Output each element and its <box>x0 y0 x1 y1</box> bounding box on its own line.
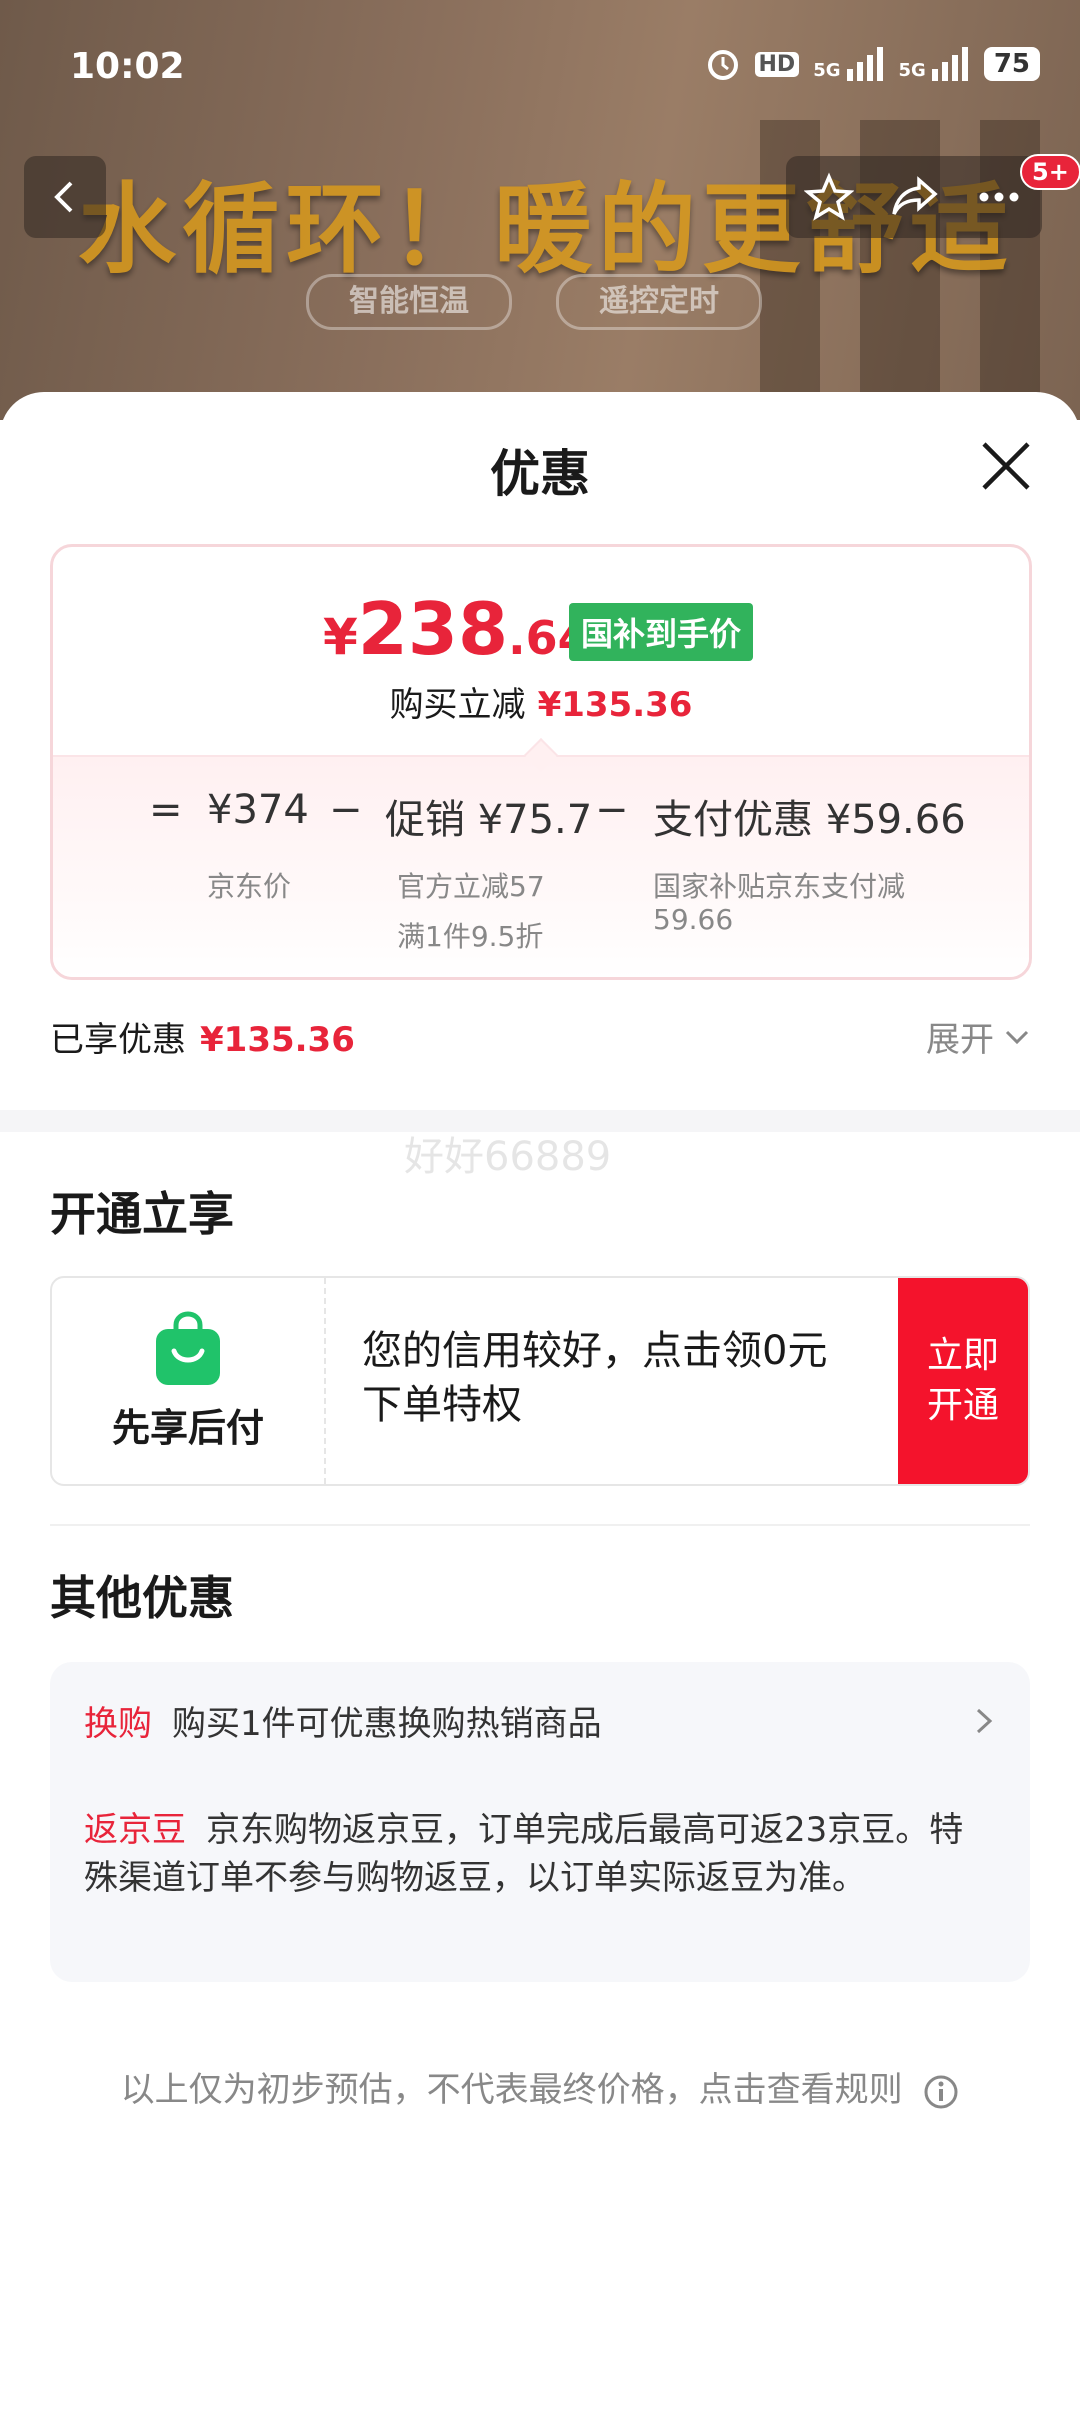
activate-button[interactable]: 立即 开通 <box>898 1278 1028 1484</box>
subsidy-tag: 国补到手价 <box>569 603 754 661</box>
status-bar: 10:02 HD 5G 5G 75 <box>0 0 1080 140</box>
equals-sign: = <box>149 787 183 833</box>
banner-pill: 智能恒温 <box>306 274 512 330</box>
reduce-label: 购买立减 <box>389 685 526 725</box>
chevron-right-icon[interactable] <box>974 1706 994 1736</box>
divider <box>50 1524 1030 1526</box>
promo-detail: 官方立减57 <box>397 870 545 903</box>
other-discounts-box: 换购 购买1件可优惠换购热销商品 返京豆 京东购物返京豆，订单完成后最高可返23京豆… <box>50 1662 1030 1982</box>
back-button[interactable] <box>24 156 106 238</box>
section-title-open: 开通立享 <box>50 1187 234 1241</box>
final-price: ¥238.64 <box>323 587 590 671</box>
payment-detail: 国家补贴京东支付减 <box>653 870 906 903</box>
alarm-icon <box>707 50 738 80</box>
signal-icon: 5G <box>899 47 970 81</box>
shopping-bag-icon <box>156 1310 220 1385</box>
info-icon[interactable] <box>923 2074 959 2110</box>
trade-in-row[interactable]: 换购 购买1件可优惠换购热销商品 <box>84 1696 602 1745</box>
pay-later-label: 先享后付 <box>111 1405 264 1450</box>
footer-text: 以上仅为初步预估，不代表最终价格，点击查看规则 <box>120 2070 903 2110</box>
chevron-down-icon <box>1005 1030 1029 1044</box>
price-breakdown-card: ¥238.64 国补到手价 购买立减 ¥135.36 = ¥374 − 促销 ¥7… <box>50 544 1032 980</box>
payment-discount: 支付优惠 ¥59.66 <box>653 797 966 843</box>
sheet-title: 优惠 <box>490 445 590 503</box>
banner-pill: 遥控定时 <box>556 274 762 330</box>
promo-detail: 满1件9.5折 <box>397 920 544 953</box>
jd-beans-text: 京东购物返京豆，订单完成后最高可返23京豆。特殊渠道订单不参与购物返豆，以订单实… <box>84 1810 964 1898</box>
expand-label: 展开 <box>926 1020 994 1060</box>
notification-badge: 5+ <box>1020 154 1080 190</box>
more-icon[interactable] <box>974 172 1024 222</box>
reduce-value: ¥135.36 <box>537 685 693 725</box>
enjoyed-discount: 已享优惠 ¥135.36 <box>50 1012 355 1061</box>
top-actions <box>786 156 1042 238</box>
watermark: 好好66889 <box>404 1134 612 1180</box>
payment-detail: 59.66 <box>653 903 734 936</box>
section-title-other: 其他优惠 <box>50 1571 234 1625</box>
trade-in-tag: 换购 <box>84 1704 152 1744</box>
pay-later-card[interactable]: 先享后付 您的信用较好，点击领0元下单特权 立即 开通 <box>50 1276 1030 1486</box>
battery-icon: 75 <box>983 47 1040 81</box>
share-icon[interactable] <box>889 172 939 222</box>
network-type: 5G <box>813 60 841 81</box>
activate-label: 开通 <box>926 1385 999 1426</box>
enjoyed-value: ¥135.36 <box>200 1020 355 1060</box>
expand-button[interactable]: 展开 <box>926 1012 1030 1061</box>
trade-in-text: 购买1件可优惠换购热销商品 <box>172 1704 602 1744</box>
price-integer: 238 <box>357 587 509 671</box>
status-icons: HD 5G 5G 75 <box>705 46 1040 82</box>
currency-symbol: ¥ <box>323 608 358 666</box>
jd-beans-tag: 返京豆 <box>84 1810 186 1850</box>
enjoyed-label: 已享优惠 <box>50 1020 186 1060</box>
rules-footer[interactable]: 以上仅为初步预估，不代表最终价格，点击查看规则 <box>0 2062 1080 2111</box>
hd-icon: HD <box>754 51 800 77</box>
close-icon[interactable] <box>980 440 1032 492</box>
reduce-line: 购买立减 ¥135.36 <box>53 677 1029 726</box>
activate-label: 立即 <box>926 1335 999 1376</box>
base-price-label: 京东价 <box>207 870 292 903</box>
discount-sheet: 优惠 ¥238.64 国补到手价 购买立减 ¥135.36 = ¥374 − 促销… <box>0 392 1080 2412</box>
jd-beans-row: 返京豆 京东购物返京豆，订单完成后最高可返23京豆。特殊渠道订单不参与购物返豆，以… <box>84 1806 984 1902</box>
signal-bars-icon <box>846 47 883 81</box>
pay-later-description: 您的信用较好，点击领0元下单特权 <box>362 1328 828 1428</box>
promo-value: 促销 ¥75.7 <box>385 797 593 843</box>
signal-icon: 5G <box>813 47 884 81</box>
status-time: 10:02 <box>70 46 185 87</box>
star-icon[interactable] <box>803 172 854 222</box>
minus-sign: − <box>329 787 363 833</box>
chevron-left-icon <box>54 181 73 213</box>
network-type: 5G <box>898 60 926 81</box>
minus-sign: − <box>595 787 629 833</box>
signal-bars-icon <box>931 47 968 81</box>
pay-later-brand: 先享后付 <box>52 1278 326 1484</box>
base-price: ¥374 <box>207 787 309 833</box>
